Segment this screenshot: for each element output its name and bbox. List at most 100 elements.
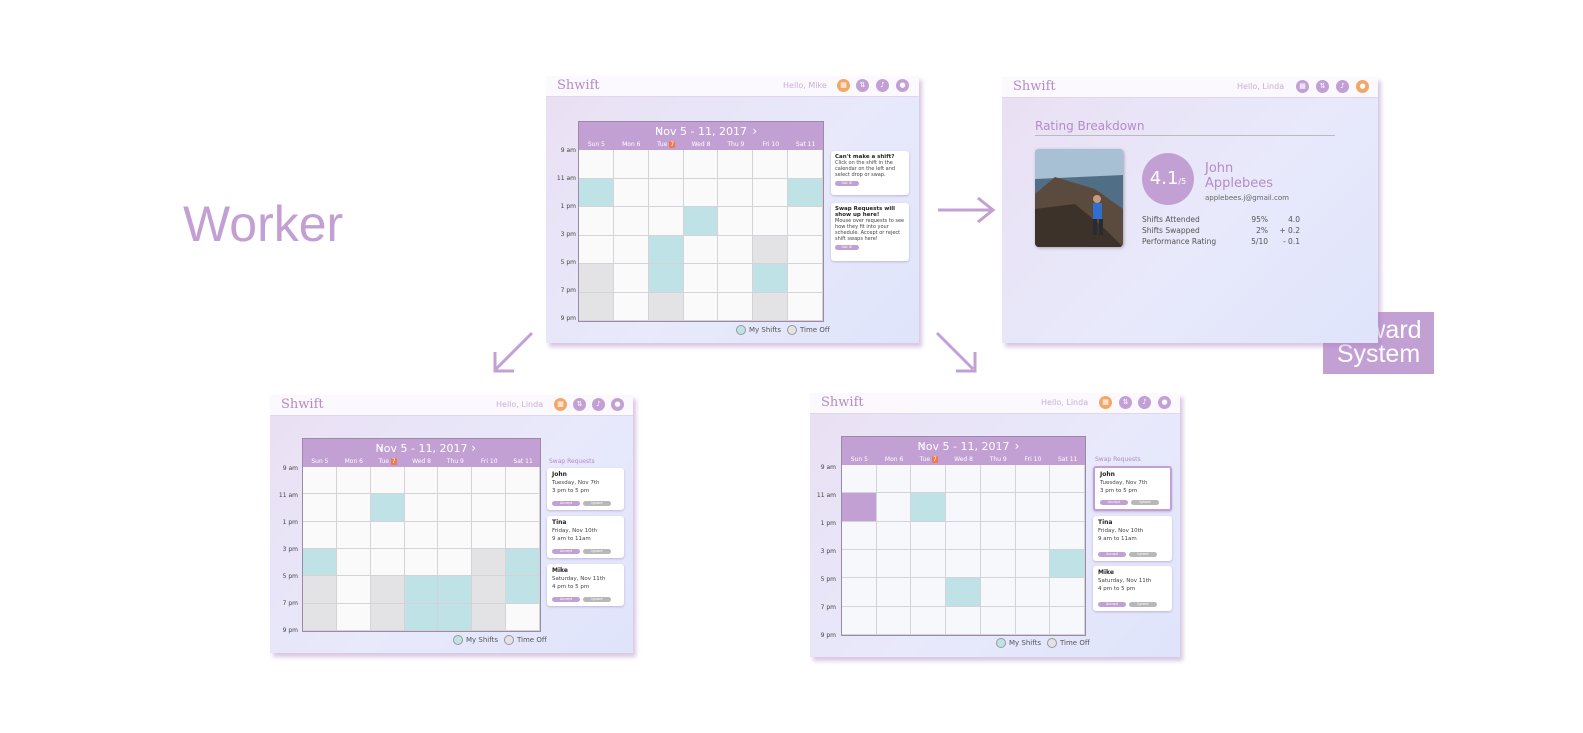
calendar-icon[interactable]: ▦: [1296, 80, 1309, 93]
user-icon[interactable]: ●: [611, 398, 624, 411]
calendar-cell[interactable]: [438, 576, 473, 604]
calendar-cell[interactable]: [788, 150, 823, 179]
calendar-cell[interactable]: [911, 493, 947, 522]
swap-request-card[interactable]: Mike Saturday, Nov 11th 4 pm to 5 pm Accept…: [547, 564, 624, 606]
calendar-cell[interactable]: [753, 150, 789, 179]
calendar-cell[interactable]: [683, 264, 719, 293]
calendar-cell[interactable]: [613, 207, 649, 236]
swap-request-card[interactable]: John Tuesday, Nov 7th 3 pm to 5 pm Accept Ig…: [547, 468, 624, 510]
calendar-cell[interactable]: [946, 578, 981, 607]
swap-icon[interactable]: ⇅: [1119, 396, 1132, 409]
calendar-cell[interactable]: [911, 578, 947, 607]
calendar-cell[interactable]: [579, 235, 614, 264]
calendar-cell[interactable]: [876, 606, 912, 635]
calendar-cell[interactable]: [404, 467, 439, 495]
calendar-icon[interactable]: ▦: [554, 398, 567, 411]
calendar-cell[interactable]: [980, 606, 1016, 635]
calendar-cell[interactable]: [648, 264, 684, 293]
calendar-cell[interactable]: [613, 150, 649, 179]
calendar-cell[interactable]: [980, 465, 1016, 494]
swap-request-card[interactable]: Mike Saturday, Nov 11th 4 pm to 5 pm Accept…: [1093, 566, 1172, 611]
calendar-cell[interactable]: [946, 521, 981, 550]
calendar-cell[interactable]: [438, 494, 473, 522]
calendar-icon[interactable]: ▦: [837, 79, 850, 92]
calendar-cell[interactable]: [911, 606, 947, 635]
calendar-cell[interactable]: [303, 603, 337, 631]
swap-request-card[interactable]: John Tuesday, Nov 7th 3 pm to 5 pm Accept Ig…: [1093, 466, 1172, 511]
calendar-cell[interactable]: [718, 150, 754, 179]
calendar-cell[interactable]: [404, 521, 439, 549]
calendar-cell[interactable]: [753, 264, 789, 293]
calendar-cell[interactable]: [404, 603, 439, 631]
calendar-cell[interactable]: [718, 207, 754, 236]
accept-button[interactable]: Accept: [1100, 500, 1128, 505]
swap-icon[interactable]: ⇅: [573, 398, 586, 411]
calendar-cell[interactable]: [506, 603, 540, 631]
calendar-cell[interactable]: [472, 494, 507, 522]
calendar-cell[interactable]: [683, 207, 719, 236]
calendar-cell[interactable]: [1050, 493, 1085, 522]
calendar-cell[interactable]: [683, 292, 719, 321]
user-icon[interactable]: ●: [1356, 80, 1369, 93]
calendar-cell[interactable]: [753, 292, 789, 321]
calendar-cell[interactable]: [336, 576, 371, 604]
calendar-cell[interactable]: [876, 550, 912, 579]
calendar-cell[interactable]: [370, 494, 405, 522]
calendar-cell[interactable]: [1050, 465, 1085, 494]
calendar-cell[interactable]: [718, 178, 754, 207]
calendar-cell[interactable]: [718, 264, 754, 293]
calendar-cell[interactable]: [788, 178, 823, 207]
calendar-cell[interactable]: [842, 578, 877, 607]
calendar-cell[interactable]: [683, 178, 719, 207]
calendar-cell[interactable]: [472, 603, 507, 631]
bell-icon[interactable]: ♪: [1138, 396, 1151, 409]
calendar-cell[interactable]: [876, 521, 912, 550]
calendar-cell[interactable]: [404, 494, 439, 522]
calendar-cell[interactable]: [1015, 465, 1051, 494]
calendar-cell[interactable]: [946, 606, 981, 635]
calendar-cell[interactable]: [370, 521, 405, 549]
calendar-cell[interactable]: [506, 494, 540, 522]
ignore-button[interactable]: Ignore: [583, 501, 611, 506]
calendar-cell[interactable]: [753, 207, 789, 236]
calendar-cell[interactable]: [613, 264, 649, 293]
calendar-cell[interactable]: [303, 467, 337, 495]
calendar-cell[interactable]: [472, 467, 507, 495]
calendar-cell[interactable]: [506, 549, 540, 577]
calendar-cell[interactable]: [683, 150, 719, 179]
calendar-cell[interactable]: [842, 521, 877, 550]
accept-button[interactable]: Accept: [1098, 602, 1126, 607]
calendar-cell[interactable]: [788, 292, 823, 321]
accept-button[interactable]: Accept: [552, 549, 580, 554]
calendar-cell[interactable]: [980, 493, 1016, 522]
calendar-cell[interactable]: [370, 576, 405, 604]
calendar-cell[interactable]: [842, 550, 877, 579]
bell-icon[interactable]: ♪: [876, 79, 889, 92]
swap-icon[interactable]: ⇅: [1316, 80, 1329, 93]
calendar-cell[interactable]: [336, 467, 371, 495]
calendar-cell[interactable]: [946, 550, 981, 579]
calendar-cell[interactable]: [506, 576, 540, 604]
calendar-cell[interactable]: [648, 150, 684, 179]
calendar-cell[interactable]: [788, 207, 823, 236]
calendar-cell[interactable]: [648, 178, 684, 207]
calendar-cell[interactable]: [753, 235, 789, 264]
calendar-cell[interactable]: [370, 467, 405, 495]
calendar-cell[interactable]: [648, 235, 684, 264]
calendar-cell[interactable]: [404, 549, 439, 577]
calendar-cell[interactable]: [753, 178, 789, 207]
calendar-cell[interactable]: [1015, 550, 1051, 579]
calendar-cell[interactable]: [946, 465, 981, 494]
calendar-cell[interactable]: [1015, 578, 1051, 607]
next-week-icon[interactable]: ›: [1015, 439, 1020, 453]
calendar-cell[interactable]: [370, 549, 405, 577]
swap-icon[interactable]: ⇅: [856, 79, 869, 92]
calendar-cell[interactable]: [579, 150, 614, 179]
calendar-cell[interactable]: [438, 603, 473, 631]
calendar-cell[interactable]: [472, 576, 507, 604]
calendar-cell[interactable]: [336, 549, 371, 577]
calendar-cell[interactable]: [1050, 606, 1085, 635]
calendar-cell[interactable]: [438, 521, 473, 549]
accept-button[interactable]: Accept: [552, 597, 580, 602]
calendar-cell[interactable]: [1050, 550, 1085, 579]
